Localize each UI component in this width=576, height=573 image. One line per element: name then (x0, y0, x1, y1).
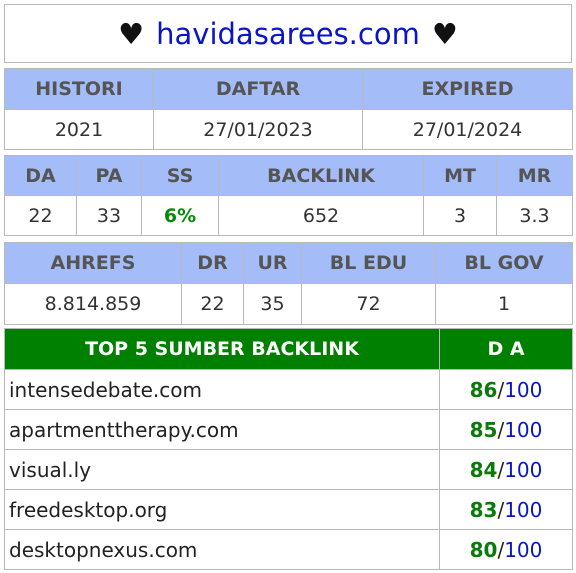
site-title-banner: ♥ havidasarees.com ♥ (4, 4, 572, 63)
table-row: apartmenttherapy.com 85/100 (4, 409, 573, 450)
header-pa: PA (76, 155, 142, 196)
header-ss: SS (141, 155, 219, 196)
metrics-table: DA PA SS BACKLINK MT MR 22 33 6% 652 3 3… (4, 155, 573, 236)
top-backlinks-table: TOP 5 SUMBER BACKLINK D A intensedebate.… (4, 328, 573, 570)
da-score: 80 (469, 537, 498, 562)
backlink-site[interactable]: apartmenttherapy.com (4, 409, 440, 450)
histori-value: 2021 (4, 109, 154, 150)
header-bl-edu: BL EDU (301, 242, 436, 284)
bl-edu-value: 72 (301, 283, 436, 325)
header-bl-gov: BL GOV (435, 242, 573, 284)
backlink-site[interactable]: freedesktop.org (4, 489, 440, 530)
backlink-da: 80/100 (439, 529, 573, 570)
heart-icon: ♥ (431, 16, 458, 51)
da-score: 86 (469, 377, 498, 402)
da-max: 100 (504, 417, 543, 442)
header-dr: DR (181, 242, 244, 284)
header-backlink: BACKLINK (218, 155, 424, 196)
expired-value: 27/01/2024 (362, 109, 573, 150)
table-row: visual.ly 84/100 (4, 449, 573, 490)
bl-gov-value: 1 (435, 283, 573, 325)
registration-table: HISTORI DAFTAR EXPIRED 2021 27/01/2023 2… (4, 68, 573, 150)
ahrefs-value: 8.814.859 (4, 283, 182, 325)
mt-value: 3 (423, 195, 497, 236)
backlink-site[interactable]: visual.ly (4, 449, 440, 490)
da-value: 22 (4, 195, 77, 236)
dr-value: 22 (181, 283, 244, 325)
table-row: desktopnexus.com 80/100 (4, 529, 573, 570)
header-histori: HISTORI (4, 68, 154, 110)
header-daftar: DAFTAR (153, 68, 363, 110)
table-row: intensedebate.com 86/100 (4, 369, 573, 410)
header-mt: MT (423, 155, 497, 196)
da-score: 83 (469, 497, 498, 522)
ss-value: 6% (141, 195, 219, 236)
header-ahrefs: AHREFS (4, 242, 182, 284)
domain-name[interactable]: havidasarees.com (156, 17, 420, 51)
header-da-score: D A (439, 328, 573, 370)
header-top-sources: TOP 5 SUMBER BACKLINK (4, 328, 440, 370)
ahrefs-table: AHREFS DR UR BL EDU BL GOV 8.814.859 22 … (4, 242, 573, 325)
backlink-value: 652 (218, 195, 424, 236)
header-ur: UR (243, 242, 302, 284)
daftar-value: 27/01/2023 (153, 109, 363, 150)
header-expired: EXPIRED (362, 68, 573, 110)
ur-value: 35 (243, 283, 302, 325)
table-row: freedesktop.org 83/100 (4, 489, 573, 530)
backlink-site[interactable]: intensedebate.com (4, 369, 440, 410)
header-mr: MR (496, 155, 573, 196)
backlink-da: 86/100 (439, 369, 573, 410)
backlink-da: 85/100 (439, 409, 573, 450)
pa-value: 33 (76, 195, 142, 236)
da-score: 85 (469, 417, 498, 442)
da-max: 100 (504, 497, 543, 522)
backlink-da: 83/100 (439, 489, 573, 530)
backlink-site[interactable]: desktopnexus.com (4, 529, 440, 570)
da-max: 100 (504, 377, 543, 402)
da-score: 84 (469, 457, 498, 482)
da-max: 100 (504, 537, 543, 562)
header-da: DA (4, 155, 77, 196)
mr-value: 3.3 (496, 195, 573, 236)
heart-icon: ♥ (118, 16, 145, 51)
backlink-da: 84/100 (439, 449, 573, 490)
da-max: 100 (504, 457, 543, 482)
